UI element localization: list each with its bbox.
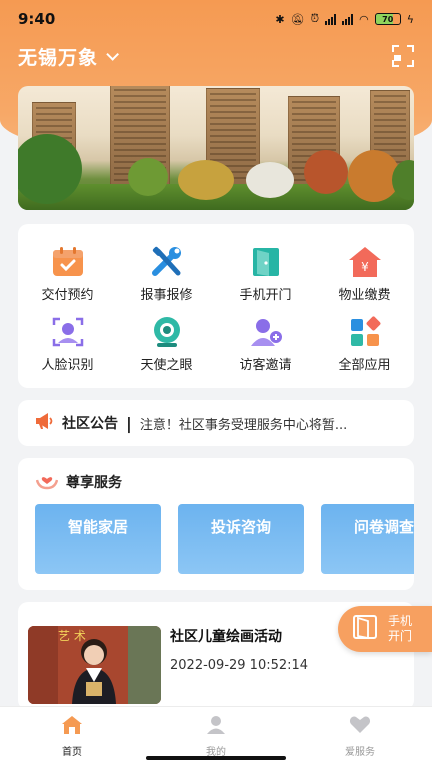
tab-label: 爱服务 bbox=[345, 747, 375, 758]
grid-item-label: 人脸识别 bbox=[41, 358, 94, 373]
tab-label: 首页 bbox=[62, 747, 82, 758]
service-grid: 交付预约 报事报修 手机开门 ¥ 物业缴费 人脸识别 天使之眼 访客邀请 全部应… bbox=[18, 224, 414, 388]
grid-item-label: 全部应用 bbox=[338, 358, 391, 373]
grid-item-label: 手机开门 bbox=[239, 288, 292, 303]
activity-title: 社区儿童绘画活动 bbox=[170, 629, 282, 645]
activity-time: 2022-09-29 10:52:14 bbox=[170, 658, 309, 673]
door-icon bbox=[249, 246, 283, 278]
battery-icon: 70 bbox=[374, 13, 401, 25]
premium-title: 尊享服务 bbox=[66, 475, 122, 491]
grid-item-face-recognition[interactable]: 人脸识别 bbox=[18, 316, 117, 373]
add-user-icon bbox=[249, 316, 283, 348]
notice-separator: | bbox=[126, 413, 132, 433]
tools-icon bbox=[150, 246, 184, 278]
community-notice[interactable]: 社区公告 | 注意！社区事务受理服务中心将暂... bbox=[18, 400, 414, 446]
house-yen-icon: ¥ bbox=[348, 246, 382, 278]
service-survey[interactable]: 问卷调查 bbox=[321, 504, 414, 574]
grid-item-label: 访客邀请 bbox=[239, 358, 292, 373]
tab-home[interactable]: 首页 bbox=[0, 715, 144, 758]
bluetooth-icon: ✱ bbox=[275, 12, 285, 26]
home-indicator bbox=[146, 756, 286, 760]
notice-text[interactable]: 注意！社区事务受理服务中心将暂... bbox=[140, 414, 347, 433]
grid-item-label: 物业缴费 bbox=[338, 288, 391, 303]
grid-item-label: 交付预约 bbox=[41, 288, 94, 303]
status-time: 9:40 bbox=[18, 10, 56, 28]
grid-item-label: 天使之眼 bbox=[140, 358, 193, 373]
svg-text:艺 术: 艺 术 bbox=[58, 629, 86, 643]
mute-icon: 🔕︎ bbox=[290, 12, 305, 26]
grid-item-label: 报事报修 bbox=[140, 288, 193, 303]
community-banner[interactable] bbox=[18, 86, 414, 210]
charging-icon: ϟ bbox=[406, 12, 414, 26]
grid-item-all-apps[interactable]: 全部应用 bbox=[315, 316, 414, 373]
grid-item-angel-eye[interactable]: 天使之眼 bbox=[117, 316, 216, 373]
status-bar: 9:40 ✱ 🔕︎ ⏰︎ ◠ 70 ϟ bbox=[0, 0, 432, 38]
city-selector[interactable]: 无锡万象 bbox=[18, 43, 98, 70]
door-icon bbox=[352, 614, 378, 644]
service-complaint[interactable]: 投诉咨询 bbox=[178, 504, 304, 574]
chevron-down-icon[interactable] bbox=[106, 47, 120, 61]
grid-item-visitor-invite[interactable]: 访客邀请 bbox=[216, 316, 315, 373]
premium-header: 尊享服务 bbox=[35, 470, 122, 494]
apps-grid-icon bbox=[348, 316, 382, 348]
face-scan-icon bbox=[51, 316, 85, 348]
signal-icon bbox=[325, 13, 337, 25]
premium-services: 尊享服务 智能家居 投诉咨询 问卷调查 bbox=[18, 458, 414, 590]
wifi-icon: ◠ bbox=[359, 12, 369, 26]
bottom-tab-bar: 首页 我的 爱服务 bbox=[0, 706, 432, 768]
home-icon bbox=[61, 716, 83, 739]
notice-title: 社区公告 bbox=[62, 416, 118, 432]
grid-item-property-fee[interactable]: ¥ 物业缴费 bbox=[315, 246, 414, 303]
heart-icon bbox=[349, 716, 371, 739]
hands-heart-icon bbox=[35, 470, 59, 494]
floating-door-label: 手机开门 bbox=[388, 614, 413, 643]
status-icons: ✱ 🔕︎ ⏰︎ ◠ 70 ϟ bbox=[275, 12, 414, 26]
grid-item-report-repair[interactable]: 报事报修 bbox=[117, 246, 216, 303]
megaphone-icon bbox=[34, 412, 54, 434]
service-smart-home[interactable]: 智能家居 bbox=[35, 504, 161, 574]
camera-eye-icon bbox=[150, 316, 184, 348]
svg-text:¥: ¥ bbox=[361, 260, 369, 274]
grid-item-phone-door[interactable]: 手机开门 bbox=[216, 246, 315, 303]
top-nav: 无锡万象 bbox=[18, 40, 414, 72]
tab-love-service[interactable]: 爱服务 bbox=[288, 715, 432, 758]
floating-phone-door-button[interactable]: 手机开门 bbox=[338, 606, 432, 652]
tab-mine[interactable]: 我的 bbox=[144, 715, 288, 758]
grid-item-delivery-booking[interactable]: 交付预约 bbox=[18, 246, 117, 303]
signal-2-icon bbox=[342, 13, 354, 25]
calendar-check-icon bbox=[51, 246, 85, 278]
user-icon bbox=[205, 716, 227, 739]
alarm-icon: ⏰︎ bbox=[310, 12, 320, 25]
activity-photo: 艺 术 bbox=[28, 626, 161, 704]
scan-icon[interactable] bbox=[392, 45, 414, 67]
